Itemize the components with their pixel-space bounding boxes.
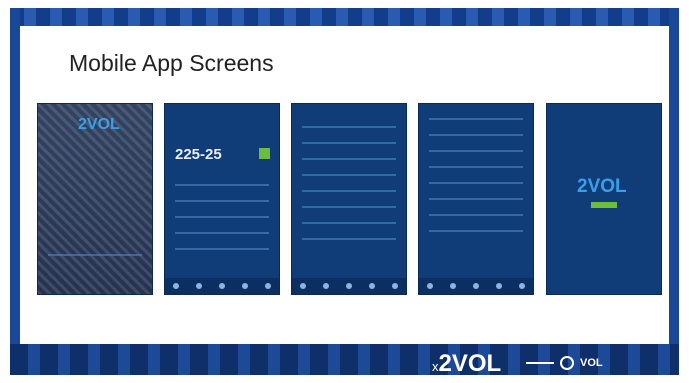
footer-brand-name: 2VOL — [438, 350, 502, 377]
list-row — [429, 150, 523, 152]
tab-bar — [292, 278, 406, 294]
list-row — [175, 248, 269, 250]
tab-icon[interactable] — [241, 283, 248, 289]
list-row — [429, 214, 523, 216]
slide-footer — [10, 344, 679, 375]
footer-brand: x2VOL — [432, 350, 501, 378]
screen-splash: 2VOL — [37, 103, 153, 295]
list-row — [175, 232, 269, 234]
footer-partner: VOL — [580, 357, 603, 369]
tab-icon[interactable] — [173, 283, 180, 289]
final-logo: 2VOL — [577, 176, 627, 197]
list-row — [175, 216, 269, 218]
list-row — [302, 158, 396, 160]
tab-icon[interactable] — [264, 283, 271, 289]
list-row — [429, 198, 523, 200]
list-row — [429, 166, 523, 168]
list-row — [302, 126, 396, 128]
list-row — [429, 118, 523, 120]
slide-left-border — [10, 8, 20, 375]
score-text: 225-25 — [175, 146, 222, 163]
tab-bar — [165, 278, 279, 294]
screen-detail — [418, 103, 534, 295]
list-row — [429, 134, 523, 136]
slide-top-border — [10, 8, 679, 26]
list-content — [302, 126, 396, 254]
screen-logo: 2VOL — [546, 103, 662, 295]
list-row — [302, 190, 396, 192]
list-row — [302, 174, 396, 176]
tab-icon[interactable] — [518, 283, 525, 289]
text-line — [48, 254, 142, 256]
splash-logo: 2VOL — [78, 116, 120, 133]
tab-icon[interactable] — [323, 283, 330, 289]
tab-icon[interactable] — [427, 283, 434, 289]
list-row — [302, 206, 396, 208]
tab-icon[interactable] — [472, 283, 479, 289]
screen-list — [291, 103, 407, 295]
list-row — [302, 222, 396, 224]
list-row — [175, 200, 269, 202]
slide-right-border — [669, 8, 679, 375]
logo-tagline-bar — [591, 202, 617, 208]
slide-title: Mobile App Screens — [69, 50, 274, 76]
tab-icon[interactable] — [218, 283, 225, 289]
tab-icon[interactable] — [495, 283, 502, 289]
tab-icon[interactable] — [368, 283, 375, 289]
list-row — [429, 230, 523, 232]
detail-content — [429, 118, 523, 246]
list-row — [302, 238, 396, 240]
list-row — [302, 142, 396, 144]
tab-icon[interactable] — [196, 283, 203, 289]
tab-icon[interactable] — [391, 283, 398, 289]
score-list — [175, 184, 269, 264]
list-row — [429, 182, 523, 184]
partner-logo-icon — [560, 356, 574, 370]
splash-text-lines — [48, 254, 142, 270]
list-row — [175, 184, 269, 186]
screen-scoreboard: 225-25 — [164, 103, 280, 295]
tab-icon[interactable] — [300, 283, 307, 289]
tab-icon[interactable] — [450, 283, 457, 289]
score-badge — [259, 148, 270, 159]
footer-separator — [526, 362, 554, 364]
tab-icon[interactable] — [345, 283, 352, 289]
tab-bar — [419, 278, 533, 294]
